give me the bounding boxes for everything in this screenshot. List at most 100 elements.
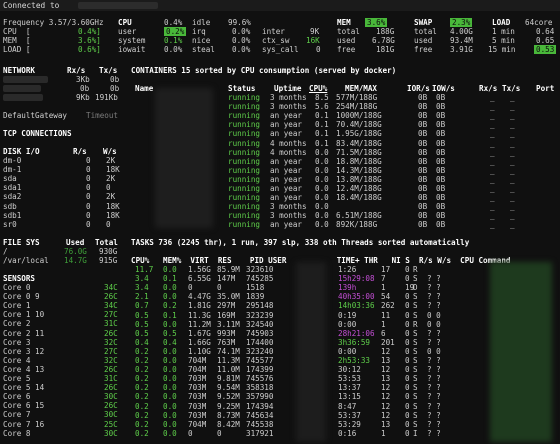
container-rx: _ — [490, 156, 495, 166]
process-pid: 357990 — [246, 392, 274, 402]
process-time: 13:37 — [338, 383, 361, 393]
fs-title: FILE SYS — [3, 238, 40, 247]
sensor-name: Core 6 15 — [3, 401, 45, 411]
process-time: 14h03:36 — [338, 301, 375, 311]
process-virt: 704M — [188, 365, 207, 375]
sensor-value: 32C — [104, 337, 118, 347]
process-cpu: 0.5 — [135, 319, 149, 329]
process-time: 139h — [338, 283, 357, 293]
process-nice: 0 — [405, 356, 410, 365]
container-cpu: 0.1 — [315, 120, 329, 130]
process-state: I — [413, 428, 418, 438]
container-tx: _ — [510, 211, 515, 221]
fs-used: 76.0G — [64, 247, 87, 256]
cpu-ctx-label: ctx_sw — [262, 36, 290, 45]
container-cpu: 0.0 — [315, 184, 329, 193]
sensor-value: 26C — [104, 364, 118, 374]
process-threads: 13 — [381, 419, 391, 429]
process-cpu: 0.2 — [135, 419, 149, 429]
process-pid: 295148 — [246, 301, 274, 311]
container-status: running — [228, 93, 261, 102]
disk-write: 2K — [106, 192, 116, 202]
process-res: 3.11M — [217, 319, 240, 329]
process-state: S — [413, 274, 418, 284]
process-mem: 0.5 — [163, 328, 177, 338]
container-cpu: 0.1 — [315, 129, 329, 139]
process-threads: 1 — [381, 283, 386, 293]
container-rx: _ — [490, 120, 495, 130]
process-threads: 12 — [381, 392, 391, 402]
sensor-name: Core 4 — [3, 355, 31, 365]
process-threads: 1 — [381, 319, 386, 329]
process-virt: 703M — [188, 374, 207, 384]
cpu-title: CPU — [118, 18, 132, 27]
container-status: running — [228, 129, 261, 139]
col-rx: Rx/s — [479, 84, 498, 93]
window-title: Connected to — [3, 1, 60, 10]
col-uptime: Uptime — [274, 84, 302, 93]
process-time: 28h21:06 — [338, 328, 375, 338]
process-pid: 174399 — [246, 365, 274, 375]
process-res: 147M — [217, 274, 236, 284]
container-mem: 83.4M/188G — [336, 138, 382, 148]
process-virt: 1.66G — [188, 337, 211, 347]
redacted-commands — [490, 262, 552, 442]
disk-read: 0 — [86, 210, 91, 220]
container-cpu: 0.0 — [315, 165, 329, 175]
process-mem: 0.0 — [163, 356, 177, 365]
container-rx: _ — [490, 147, 495, 157]
process-time: 2h53:33 — [338, 356, 371, 365]
disk-name: sda1 — [3, 183, 22, 193]
process-cpu: 0.5 — [135, 328, 149, 338]
process-cpu: 0.2 — [135, 346, 149, 356]
container-ior: 0B — [418, 111, 428, 121]
container-rx: _ — [490, 174, 495, 184]
container-cpu: 0.0 — [315, 220, 329, 230]
col-port: Port — [536, 84, 555, 93]
process-mem: 0.0 — [163, 292, 177, 302]
fs-name: / — [3, 247, 8, 256]
cpu-iowait-label: iowait — [118, 45, 146, 54]
process-nice: 0 — [405, 319, 410, 329]
swap-pct: 2.3% — [450, 18, 473, 28]
container-cpu: 8.5 — [315, 93, 329, 102]
process-threads: 7 — [381, 274, 386, 284]
col-name: Name — [135, 84, 154, 93]
process-state: S — [413, 365, 418, 375]
container-rx: _ — [490, 102, 495, 112]
process-io: ? ? — [427, 374, 441, 384]
disk-name: dm-0 — [3, 156, 22, 165]
container-ior: 0B — [418, 129, 428, 139]
sensor-value: 26C — [104, 328, 118, 338]
container-ior: 0B — [418, 165, 428, 175]
container-uptime: 4 months — [270, 147, 307, 157]
cpu-idle: 99.6% — [228, 18, 251, 27]
process-pid: 745634 — [246, 410, 274, 420]
process-io: ? ? — [427, 401, 441, 411]
sensor-name: Core 2 11 — [3, 328, 45, 338]
process-virt: 1.10G — [188, 346, 211, 356]
process-state: S — [413, 292, 418, 302]
load-5min-label: 5 min — [492, 36, 515, 45]
container-uptime: an year — [270, 111, 303, 121]
container-rx: _ — [490, 193, 495, 203]
process-cpu: 0.2 — [135, 374, 149, 384]
load-1min: 0.64 — [536, 27, 555, 36]
swap-used: 93.4M — [450, 36, 473, 45]
container-iow: 0B — [436, 147, 446, 157]
container-status: running — [228, 111, 261, 121]
process-nice: 0 — [405, 374, 410, 384]
redacted-iface — [3, 85, 41, 92]
swap-used-label: used — [414, 36, 433, 45]
quicklook-mem-label: MEM [ — [3, 36, 31, 45]
container-iow: 0B — [436, 102, 446, 112]
process-cpu: 0.2 — [135, 428, 149, 438]
process-pid: 323239 — [246, 310, 274, 320]
container-uptime: 3 months — [270, 211, 307, 221]
disk-name: sdb1 — [3, 210, 22, 220]
sensor-name: Core 4 13 — [3, 364, 45, 374]
sensor-value: 31C — [104, 319, 118, 329]
process-io: ? ? — [427, 410, 441, 420]
process-cpu: 3.4 — [135, 283, 149, 293]
process-res: 9.25M — [217, 401, 240, 411]
